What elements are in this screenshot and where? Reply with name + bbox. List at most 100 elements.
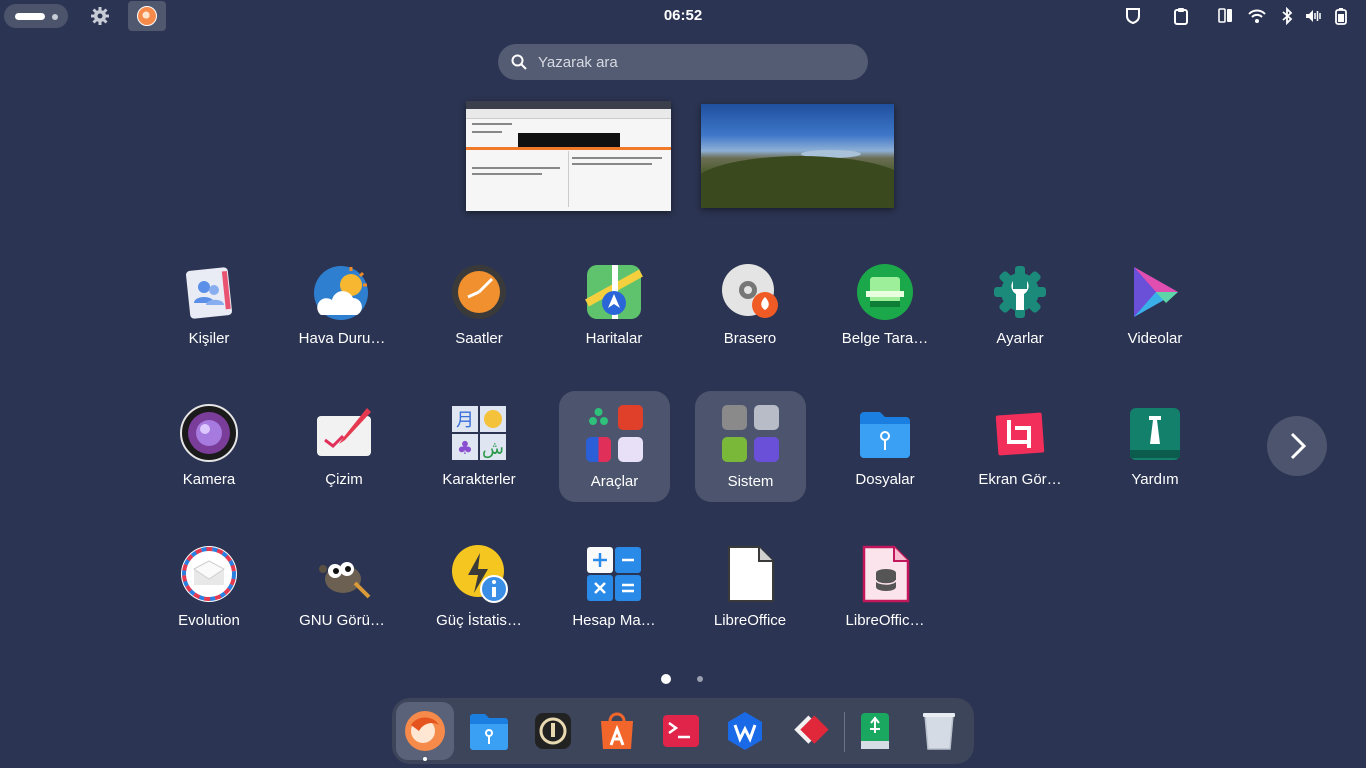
libreoffice-icon (728, 546, 774, 602)
search-input[interactable] (538, 44, 848, 80)
app-libreoffice-base[interactable]: LibreOffic… (825, 538, 945, 648)
focused-app-button[interactable] (128, 1, 166, 31)
app-label: LibreOffic… (845, 612, 925, 629)
help-icon (1130, 408, 1180, 460)
app-screenshot[interactable]: Ekran Gör… (960, 397, 1080, 507)
app-weather[interactable]: Hava Duru… (282, 256, 402, 366)
app-files[interactable]: Dosyalar (825, 397, 945, 507)
app-brasero[interactable]: Brasero (690, 256, 810, 366)
app-drawing[interactable]: Çizim (284, 397, 404, 507)
app-label: Kişiler (188, 330, 230, 347)
contacts-icon (186, 267, 232, 319)
dock-authenticator[interactable] (524, 702, 582, 760)
app-document-scanner[interactable]: Belge Tara… (825, 256, 945, 366)
calculator-icon (587, 547, 641, 601)
firefox-icon (405, 711, 445, 751)
next-page-button[interactable] (1267, 416, 1327, 476)
app-calculator[interactable]: Hesap Ma… (554, 538, 674, 648)
folder-label: Araçlar (590, 473, 639, 490)
dock-terminal[interactable] (652, 702, 710, 760)
wifi-icon[interactable] (1248, 7, 1266, 25)
mini-app-icon (618, 437, 643, 462)
page-indicator-2[interactable] (697, 676, 703, 682)
dock-separator (844, 712, 845, 752)
app-characters[interactable]: 月 ♣ ش Karakterler (419, 397, 539, 507)
drawing-icon (317, 408, 371, 456)
dock-wps[interactable] (716, 702, 774, 760)
app-clocks[interactable]: Saatler (419, 256, 539, 366)
trash-icon (923, 713, 955, 750)
svg-text:♣: ♣ (457, 438, 473, 459)
page-indicator-1[interactable] (661, 674, 671, 684)
wallpaper-hill (701, 156, 894, 208)
power-statistics-icon (452, 545, 508, 603)
bluetooth-icon[interactable] (1278, 7, 1296, 25)
clipboard-icon[interactable] (1172, 7, 1190, 25)
app-settings[interactable]: Ayarlar (960, 256, 1080, 366)
top-bar: 06:52 (0, 0, 1366, 32)
app-videos[interactable]: Videolar (1095, 256, 1215, 366)
mini-app-icon (586, 437, 611, 462)
chevron-right-icon (1290, 432, 1307, 460)
usb-creator-icon (861, 713, 889, 749)
app-folder-system[interactable]: Sistem (695, 391, 806, 502)
app-label: Evolution (178, 612, 240, 629)
app-label: Yardım (1131, 471, 1179, 488)
camera-icon (180, 404, 238, 462)
window-preview-text (472, 167, 560, 169)
app-label: Hesap Ma… (572, 612, 656, 629)
app-label: Çizim (325, 471, 363, 488)
clocks-icon (452, 265, 506, 319)
workspace-thumbnail-2[interactable] (701, 104, 894, 208)
app-label: Saatler (455, 330, 503, 347)
svg-text:月: 月 (456, 410, 474, 431)
document-scanner-icon (857, 264, 913, 320)
app-maps[interactable]: Haritalar (554, 256, 674, 366)
settings-icon (994, 266, 1046, 318)
evolution-icon (181, 546, 237, 602)
window-preview-accent (466, 147, 671, 150)
mini-app-icon (754, 405, 779, 430)
dock-files[interactable] (460, 702, 518, 760)
window-preview-text (572, 163, 652, 165)
dock-app-center[interactable] (588, 702, 646, 760)
app-evolution[interactable]: Evolution (149, 538, 269, 648)
dock-anydesk[interactable] (780, 702, 838, 760)
folder-label: Sistem (727, 473, 774, 490)
app-label: Dosyalar (855, 471, 915, 488)
mini-app-icon (586, 405, 611, 430)
files-icon (860, 412, 910, 458)
app-center-icon (601, 712, 633, 749)
files-icon (470, 714, 508, 750)
app-label: Videolar (1127, 330, 1183, 347)
libreoffice-base-icon (862, 545, 910, 603)
activities-button[interactable] (4, 4, 68, 28)
app-power-statistics[interactable]: Güç İstatis… (419, 538, 539, 648)
battery-icon[interactable] (1332, 7, 1350, 25)
settings-icon[interactable] (90, 6, 110, 26)
brasero-icon (722, 264, 778, 318)
clock[interactable]: 06:52 (650, 7, 716, 24)
app-camera[interactable]: Kamera (149, 397, 269, 507)
firefox-icon (137, 6, 157, 26)
app-help[interactable]: Yardım (1095, 397, 1215, 507)
weather-icon (314, 266, 368, 320)
shield-icon[interactable] (1124, 7, 1142, 25)
app-gimp[interactable]: GNU Görü… (282, 538, 402, 648)
window-preview-text (472, 173, 542, 175)
device-icon[interactable] (1218, 7, 1236, 25)
app-label: Ekran Gör… (978, 471, 1062, 488)
running-indicator (423, 757, 427, 761)
volume-icon[interactable] (1304, 7, 1322, 25)
dock-usb-creator[interactable] (846, 702, 904, 760)
app-folder-tools[interactable]: Araçlar (559, 391, 670, 502)
search-box[interactable] (498, 44, 868, 80)
app-contacts[interactable]: Kişiler (149, 256, 269, 366)
dock-firefox[interactable] (396, 702, 454, 761)
app-libreoffice[interactable]: LibreOffice (690, 538, 810, 648)
window-titlebar (466, 101, 671, 109)
workspace-thumbnail-1[interactable] (466, 101, 671, 211)
window-preview-text (572, 157, 662, 159)
dock-trash[interactable] (910, 702, 968, 760)
workspace-indicator (52, 14, 58, 20)
